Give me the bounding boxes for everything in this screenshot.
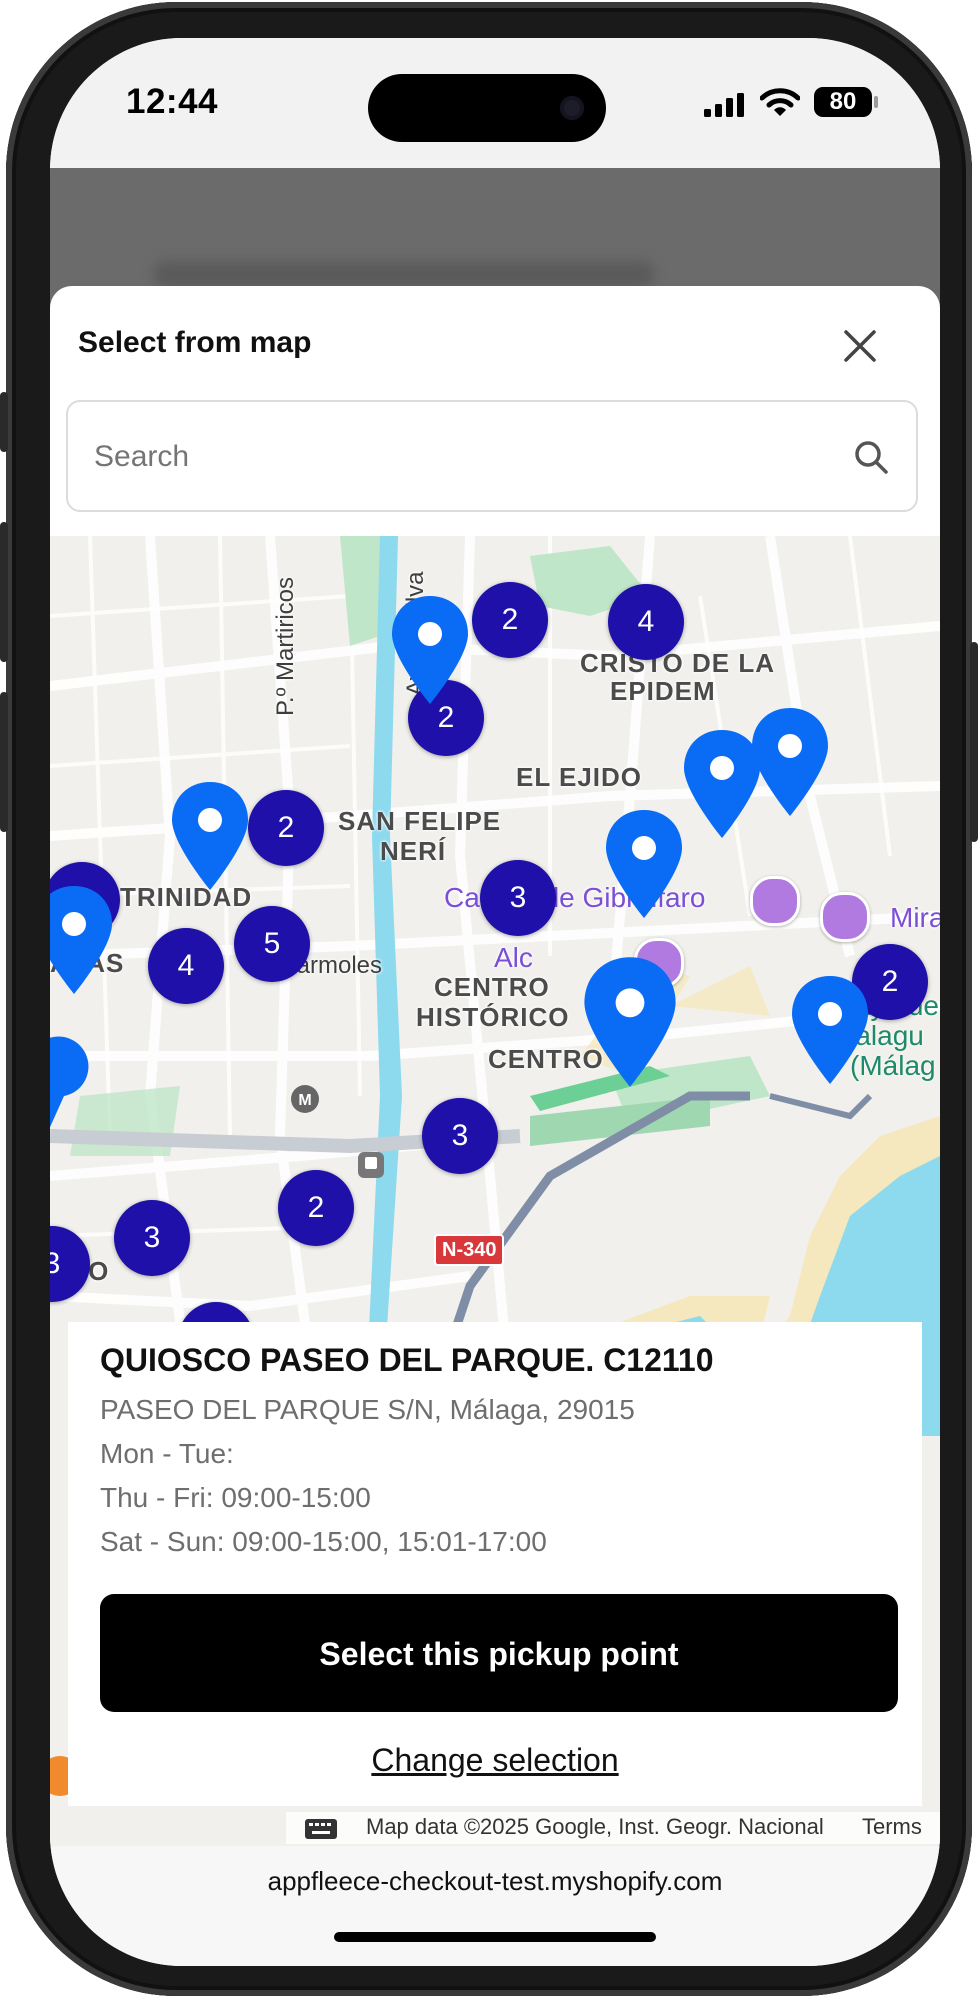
browser-url-bar[interactable]: appfleece-checkout-test.myshopify.com <box>50 1846 940 1966</box>
select-pickup-point-button[interactable]: Select this pickup point <box>100 1594 898 1712</box>
map-terms-link[interactable]: Terms <box>862 1814 922 1840</box>
modal-title: Select from map <box>78 326 312 359</box>
metro-icon: M <box>291 1085 319 1113</box>
action-button <box>0 392 8 452</box>
train-icon <box>358 1152 384 1178</box>
volume-up-button <box>0 522 8 662</box>
road-sign: N-340 <box>434 1234 505 1266</box>
pickup-cluster[interactable]: 3 <box>114 1200 190 1276</box>
camera-icon <box>560 96 584 120</box>
volume-down-button <box>0 692 8 832</box>
map-footer: Map data ©2025 Google, Inst. Geogr. Naci… <box>50 1806 940 1846</box>
url-text: appfleece-checkout-test.myshopify.com <box>267 1866 723 1896</box>
pickup-pin[interactable] <box>604 808 684 920</box>
district-label: EPIDEM <box>610 676 716 706</box>
map-attribution: Map data ©2025 Google, Inst. Geogr. Naci… <box>366 1814 824 1839</box>
battery-tip <box>874 96 878 108</box>
pickup-cluster[interactable]: 4 <box>608 584 684 660</box>
map-modal: Select from map Search CRISTO DE LA EPID… <box>50 286 940 1846</box>
svg-text:M: M <box>298 1092 311 1109</box>
pickup-cluster[interactable]: 3 <box>422 1098 498 1174</box>
power-button <box>970 642 978 842</box>
pickup-pin[interactable] <box>790 974 870 1086</box>
poi-label-mirador[interactable]: Mira <box>890 902 940 934</box>
pickup-cluster[interactable]: 2 <box>248 790 324 866</box>
district-label: CENTRO <box>434 972 550 1002</box>
district-label: CRISTO DE LA <box>580 648 775 678</box>
dynamic-island <box>368 74 606 142</box>
poi-label-alcazaba[interactable]: Alc <box>494 942 533 974</box>
pickup-info-card: QUIOSCO PASEO DEL PARQUE. C12110 PASEO D… <box>68 1322 922 1806</box>
pickup-cluster[interactable]: 2 <box>472 582 548 658</box>
keyboard-shortcuts-icon[interactable] <box>304 1818 338 1840</box>
home-indicator[interactable] <box>334 1932 656 1942</box>
district-label: HISTÓRICO <box>416 1002 570 1032</box>
clock: 12:44 <box>126 82 219 121</box>
pickup-pin[interactable] <box>170 780 250 892</box>
screen: 12:44 80 Select from map Search CRISTO D… <box>50 38 940 1966</box>
close-button[interactable] <box>832 318 888 374</box>
camera-poi-icon[interactable] <box>820 892 870 942</box>
change-selection-link[interactable]: Change selection <box>68 1742 922 1779</box>
wifi-icon <box>760 88 800 116</box>
pickup-cluster[interactable]: 5 <box>234 906 310 982</box>
pickup-pin[interactable] <box>390 594 470 706</box>
pickup-pin[interactable] <box>750 706 830 818</box>
close-icon <box>844 330 876 362</box>
search-box <box>66 400 918 512</box>
opening-hours-line: Sat - Sun: 09:00-15:00, 15:01-17:00 <box>100 1526 547 1557</box>
street-label: P.º Martiricos <box>272 576 299 716</box>
pickup-cluster[interactable]: 4 <box>148 928 224 1004</box>
district-label: SAN FELIPE <box>338 806 502 836</box>
district-label: NERÍ <box>380 836 447 866</box>
search-input[interactable] <box>92 402 836 512</box>
phone-frame: 12:44 80 Select from map Search CRISTO D… <box>0 2 978 1996</box>
status-bar: 12:44 80 <box>50 38 940 168</box>
pickup-point-name: QUIOSCO PASEO DEL PARQUE. C12110 <box>100 1342 714 1378</box>
search-icon[interactable] <box>852 438 890 476</box>
selected-pickup-pin[interactable] <box>582 954 678 1090</box>
pickup-cluster[interactable]: 3 <box>480 860 556 936</box>
pickup-address: PASEO DEL PARQUE S/N, Málaga, 29015 <box>100 1394 635 1425</box>
pickup-pin[interactable] <box>50 884 114 996</box>
opening-hours-line: Thu - Fri: 09:00-15:00 <box>100 1482 371 1513</box>
battery-indicator: 80 <box>814 87 872 117</box>
opening-hours-line: Mon - Tue: <box>100 1438 234 1469</box>
blurred-page-heading <box>154 262 654 288</box>
pickup-cluster[interactable]: 2 <box>278 1170 354 1246</box>
cellular-signal-icon <box>704 93 744 117</box>
district-label: EL EJIDO <box>516 762 643 792</box>
castle-icon[interactable] <box>750 876 800 926</box>
